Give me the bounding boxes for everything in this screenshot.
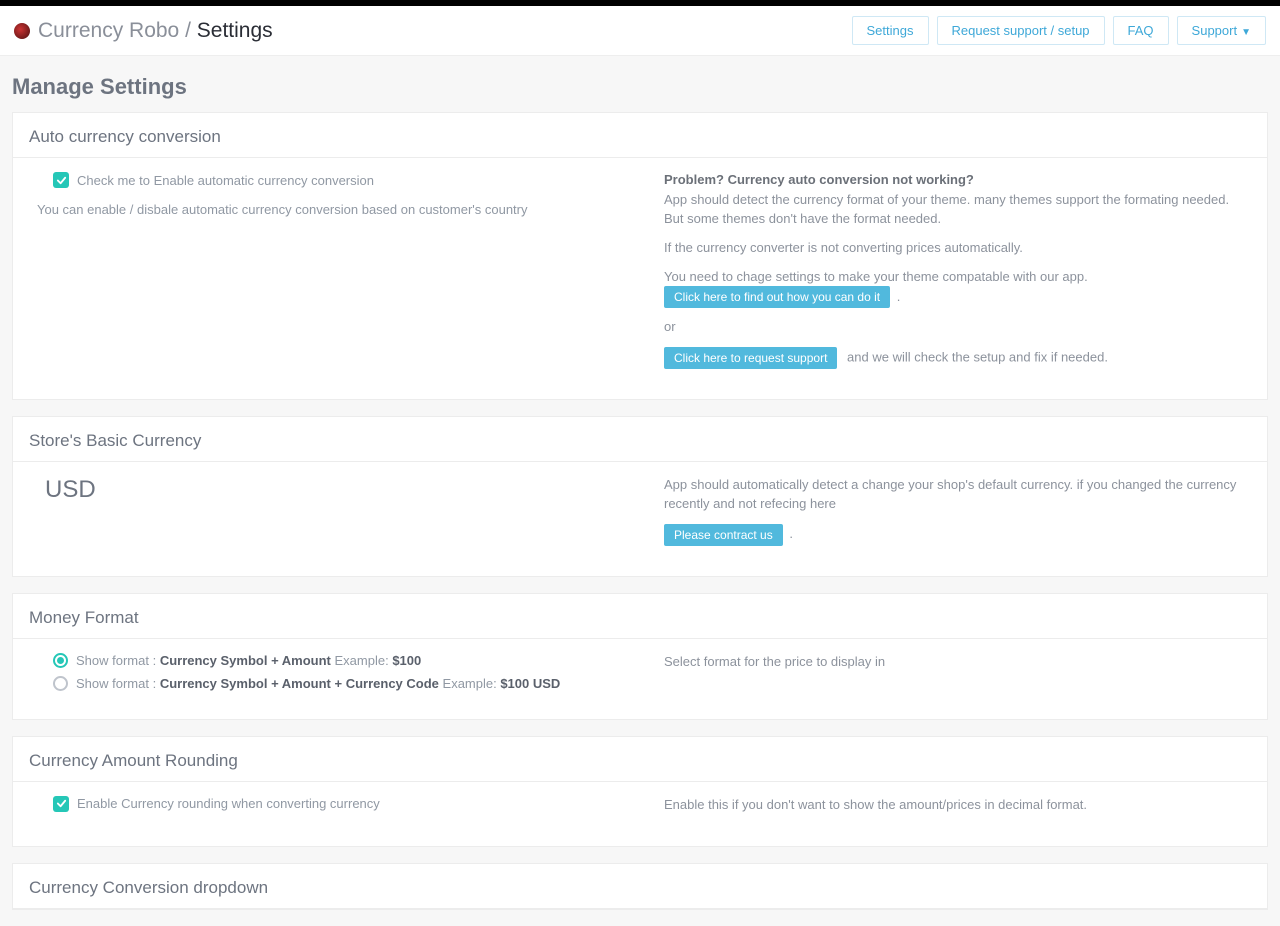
find-out-button[interactable]: Click here to find out how you can do it (664, 286, 890, 308)
panel-title: Money Format (13, 594, 1267, 639)
page-title: Manage Settings (0, 56, 1280, 112)
panel-rounding: Currency Amount Rounding Enable Currency… (12, 736, 1268, 847)
rounding-label: Enable Currency rounding when converting… (77, 796, 380, 811)
support-label: Support (1192, 23, 1238, 38)
app-logo-icon (14, 23, 30, 39)
auto-help-title: Problem? Currency auto conversion not wo… (664, 172, 1243, 187)
panel-title: Currency Amount Rounding (13, 737, 1267, 782)
settings-button[interactable]: Settings (852, 16, 929, 45)
chevron-down-icon: ▼ (1241, 27, 1251, 38)
request-support-button[interactable]: Request support / setup (937, 16, 1105, 45)
breadcrumb-sep: / (185, 19, 191, 42)
auto-desc: You can enable / disbale automatic curre… (37, 202, 640, 217)
enable-rounding-checkbox[interactable] (53, 796, 69, 812)
panel-title: Auto currency conversion (13, 113, 1267, 158)
breadcrumb-current: Settings (197, 19, 273, 42)
money-help: Select format for the price to display i… (664, 653, 1243, 672)
auto-help-p2: If the currency converter is not convert… (664, 239, 1243, 258)
faq-button[interactable]: FAQ (1113, 16, 1169, 45)
panel-money-format: Money Format Show format : Currency Symb… (12, 593, 1268, 720)
header: Currency Robo / Settings Settings Reques… (0, 6, 1280, 56)
panel-conversion-dropdown: Currency Conversion dropdown (12, 863, 1268, 910)
basic-help: App should automatically detect a change… (664, 477, 1236, 511)
contact-us-button[interactable]: Please contract us (664, 524, 783, 546)
auto-help-p3b: and we will check the setup and fix if n… (847, 350, 1108, 365)
enable-auto-checkbox[interactable] (53, 172, 69, 188)
format-option-1-radio[interactable] (53, 653, 68, 668)
rounding-help: Enable this if you don't want to show th… (664, 796, 1243, 815)
panel-title: Store's Basic Currency (13, 417, 1267, 462)
basic-currency-value: USD (37, 476, 640, 504)
enable-auto-label: Check me to Enable automatic currency co… (77, 173, 374, 188)
support-dropdown-button[interactable]: Support▼ (1177, 16, 1266, 45)
dot: . (897, 289, 901, 304)
request-support-inline-button[interactable]: Click here to request support (664, 347, 837, 369)
format-option-2-label: Show format : Currency Symbol + Amount +… (76, 676, 560, 691)
panel-auto-conversion: Auto currency conversion Check me to Ena… (12, 112, 1268, 400)
auto-or: or (664, 318, 1243, 337)
dot: . (789, 526, 793, 541)
format-option-2-radio[interactable] (53, 676, 68, 691)
breadcrumb-app[interactable]: Currency Robo (38, 19, 179, 42)
panel-basic-currency: Store's Basic Currency USD App should au… (12, 416, 1268, 577)
format-option-1-label: Show format : Currency Symbol + Amount E… (76, 653, 421, 668)
panel-title: Currency Conversion dropdown (13, 864, 1267, 909)
breadcrumb: Currency Robo / Settings (38, 19, 273, 43)
auto-help-p3a: You need to chage settings to make your … (664, 269, 1088, 284)
auto-help-p1: App should detect the currency format of… (664, 191, 1243, 229)
